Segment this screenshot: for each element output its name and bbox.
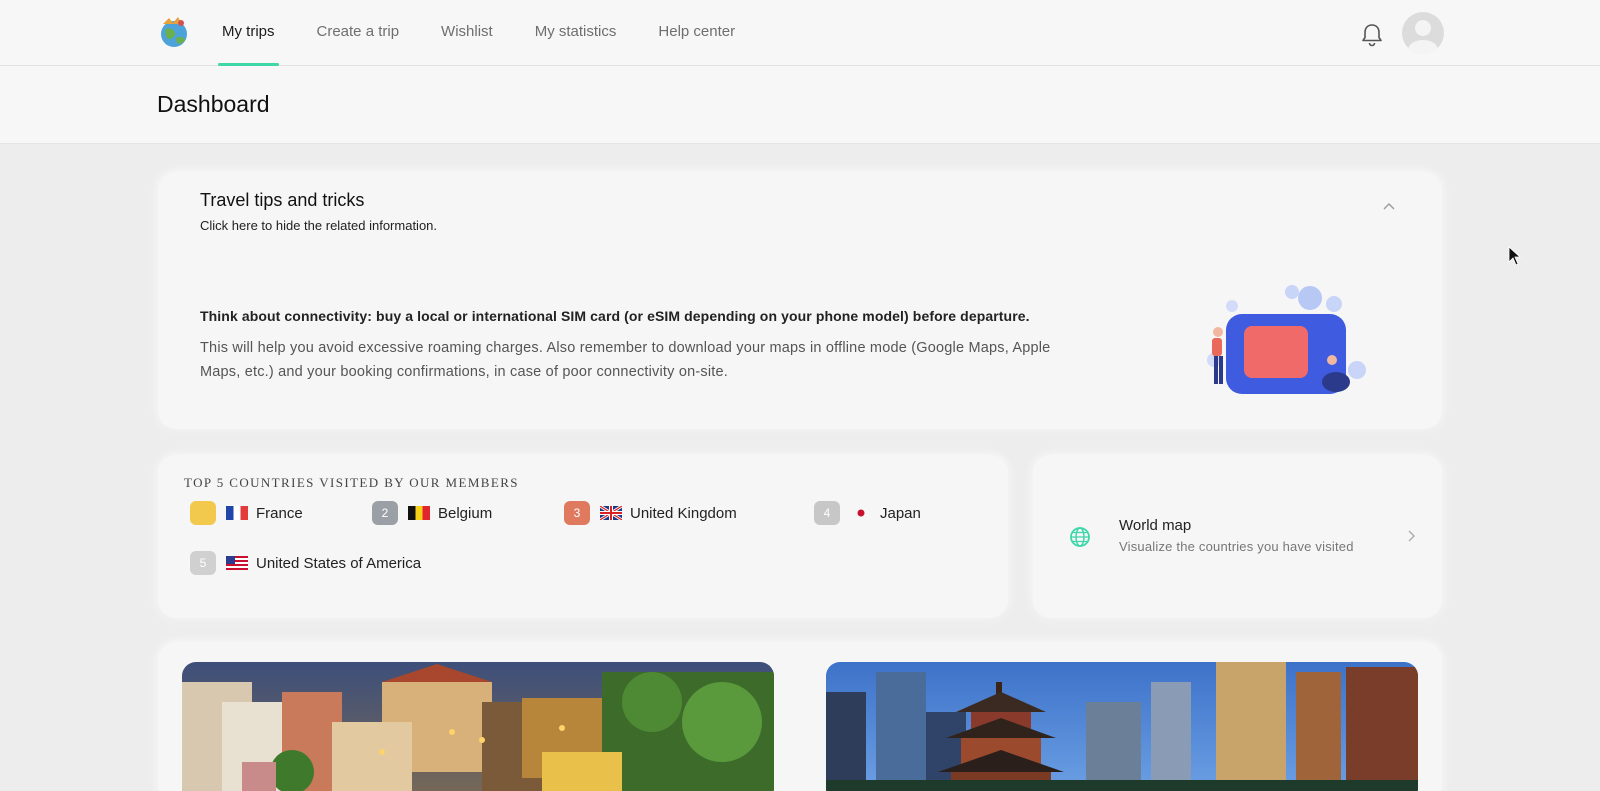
nav-item-help-center[interactable]: Help center (648, 0, 745, 66)
rank-badge: 1 (190, 501, 216, 525)
travel-tips-card[interactable]: Travel tips and tricks Click here to hid… (158, 172, 1442, 429)
page-title: Dashboard (157, 91, 270, 117)
country-item-united-kingdom[interactable]: 3 United Kingdom (556, 495, 786, 531)
nav-item-wishlist[interactable]: Wishlist (431, 0, 503, 66)
globe-logo-icon[interactable] (156, 14, 192, 50)
tips-headline: Think about connectivity: buy a local or… (200, 308, 1030, 324)
country-item-france[interactable]: 1 France (182, 495, 357, 531)
world-map-title: World map (1119, 517, 1192, 534)
globe-icon (1070, 527, 1090, 547)
destination-photo-pagoda-skyline[interactable] (826, 662, 1418, 791)
flag-france-icon (226, 506, 248, 520)
nav-item-create-a-trip[interactable]: Create a trip (307, 0, 410, 66)
main-nav: My trips Create a trip Wishlist My stati… (212, 0, 767, 66)
tips-body: This will help you avoid excessive roami… (200, 340, 1051, 380)
country-name: France (256, 504, 303, 522)
nav-item-my-trips[interactable]: My trips (212, 0, 285, 66)
rank-badge: 5 (190, 551, 216, 575)
country-name: United States of America (256, 554, 422, 572)
mouse-cursor-icon (1508, 246, 1522, 266)
flag-usa-icon (226, 556, 248, 570)
country-name: Belgium (438, 504, 493, 522)
top-countries-heading: TOP 5 COUNTRIES VISITED BY OUR MEMBERS (184, 475, 519, 490)
destinations-card (158, 642, 1442, 791)
country-name: Japan (880, 504, 921, 522)
destination-photo-city-night[interactable] (182, 662, 774, 791)
sim-card-illustration (1207, 285, 1366, 394)
user-avatar-icon[interactable] (1402, 12, 1444, 54)
country-item-usa[interactable]: 5 United States of America (182, 545, 972, 581)
country-name: United Kingdom (630, 504, 737, 522)
top-countries-card: TOP 5 COUNTRIES VISITED BY OUR MEMBERS 1… (158, 455, 1008, 618)
nav-item-my-statistics[interactable]: My statistics (525, 0, 627, 66)
chevron-up-icon[interactable] (1380, 198, 1398, 216)
top-navbar: My trips Create a trip Wishlist My stati… (0, 0, 1600, 66)
tips-title[interactable]: Travel tips and tricks (200, 190, 364, 211)
flag-uk-icon (600, 506, 622, 520)
world-map-card[interactable]: World map Visualize the countries you ha… (1033, 455, 1442, 618)
rank-badge: 2 (372, 501, 398, 525)
rank-badge: 4 (814, 501, 840, 525)
bell-icon[interactable] (1360, 22, 1384, 48)
country-item-belgium[interactable]: 2 Belgium (364, 495, 544, 531)
tips-subtitle[interactable]: Click here to hide the related informati… (200, 218, 437, 233)
chevron-right-icon (1408, 530, 1415, 542)
rank-badge: 3 (564, 501, 590, 525)
world-map-subtitle: Visualize the countries you have visited (1119, 539, 1354, 554)
flag-japan-icon (850, 506, 872, 520)
country-item-japan[interactable]: 4 Japan (806, 495, 966, 531)
flag-belgium-icon (408, 506, 430, 520)
